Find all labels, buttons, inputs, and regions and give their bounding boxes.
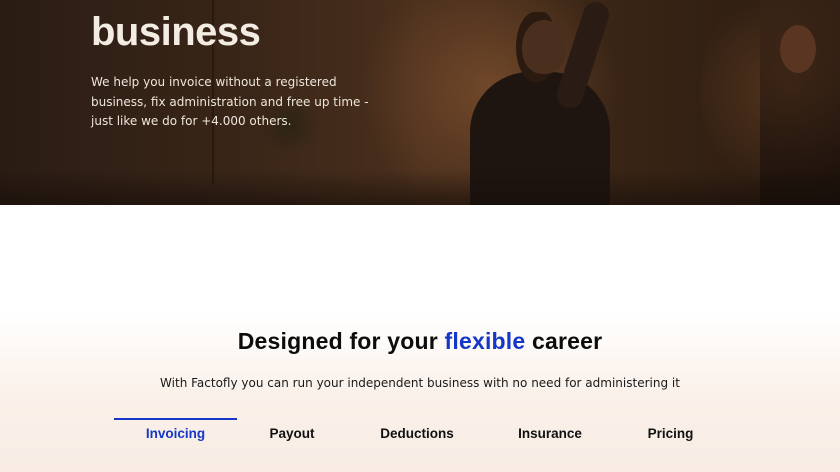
hero-banner: business We help you invoice without a r… <box>0 0 840 205</box>
features-title: Designed for your flexible career <box>0 328 840 355</box>
tab-pricing[interactable]: Pricing <box>613 418 728 458</box>
features-section: Designed for your flexible career With F… <box>0 205 840 472</box>
hero-floor-shadow <box>0 170 840 205</box>
tab-deductions[interactable]: Deductions <box>347 418 487 458</box>
tab-insurance[interactable]: Insurance <box>487 418 613 458</box>
features-title-end: career <box>525 328 603 354</box>
tab-payout[interactable]: Payout <box>237 418 347 458</box>
hero-description: We help you invoice without a registered… <box>91 75 369 128</box>
features-title-accent: flexible <box>444 328 526 354</box>
features-subtitle: With Factofly you can run your independe… <box>160 376 680 390</box>
features-title-start: Designed for your <box>237 328 445 354</box>
hero-title: business <box>91 10 261 54</box>
tab-invoicing[interactable]: Invoicing <box>114 418 237 458</box>
